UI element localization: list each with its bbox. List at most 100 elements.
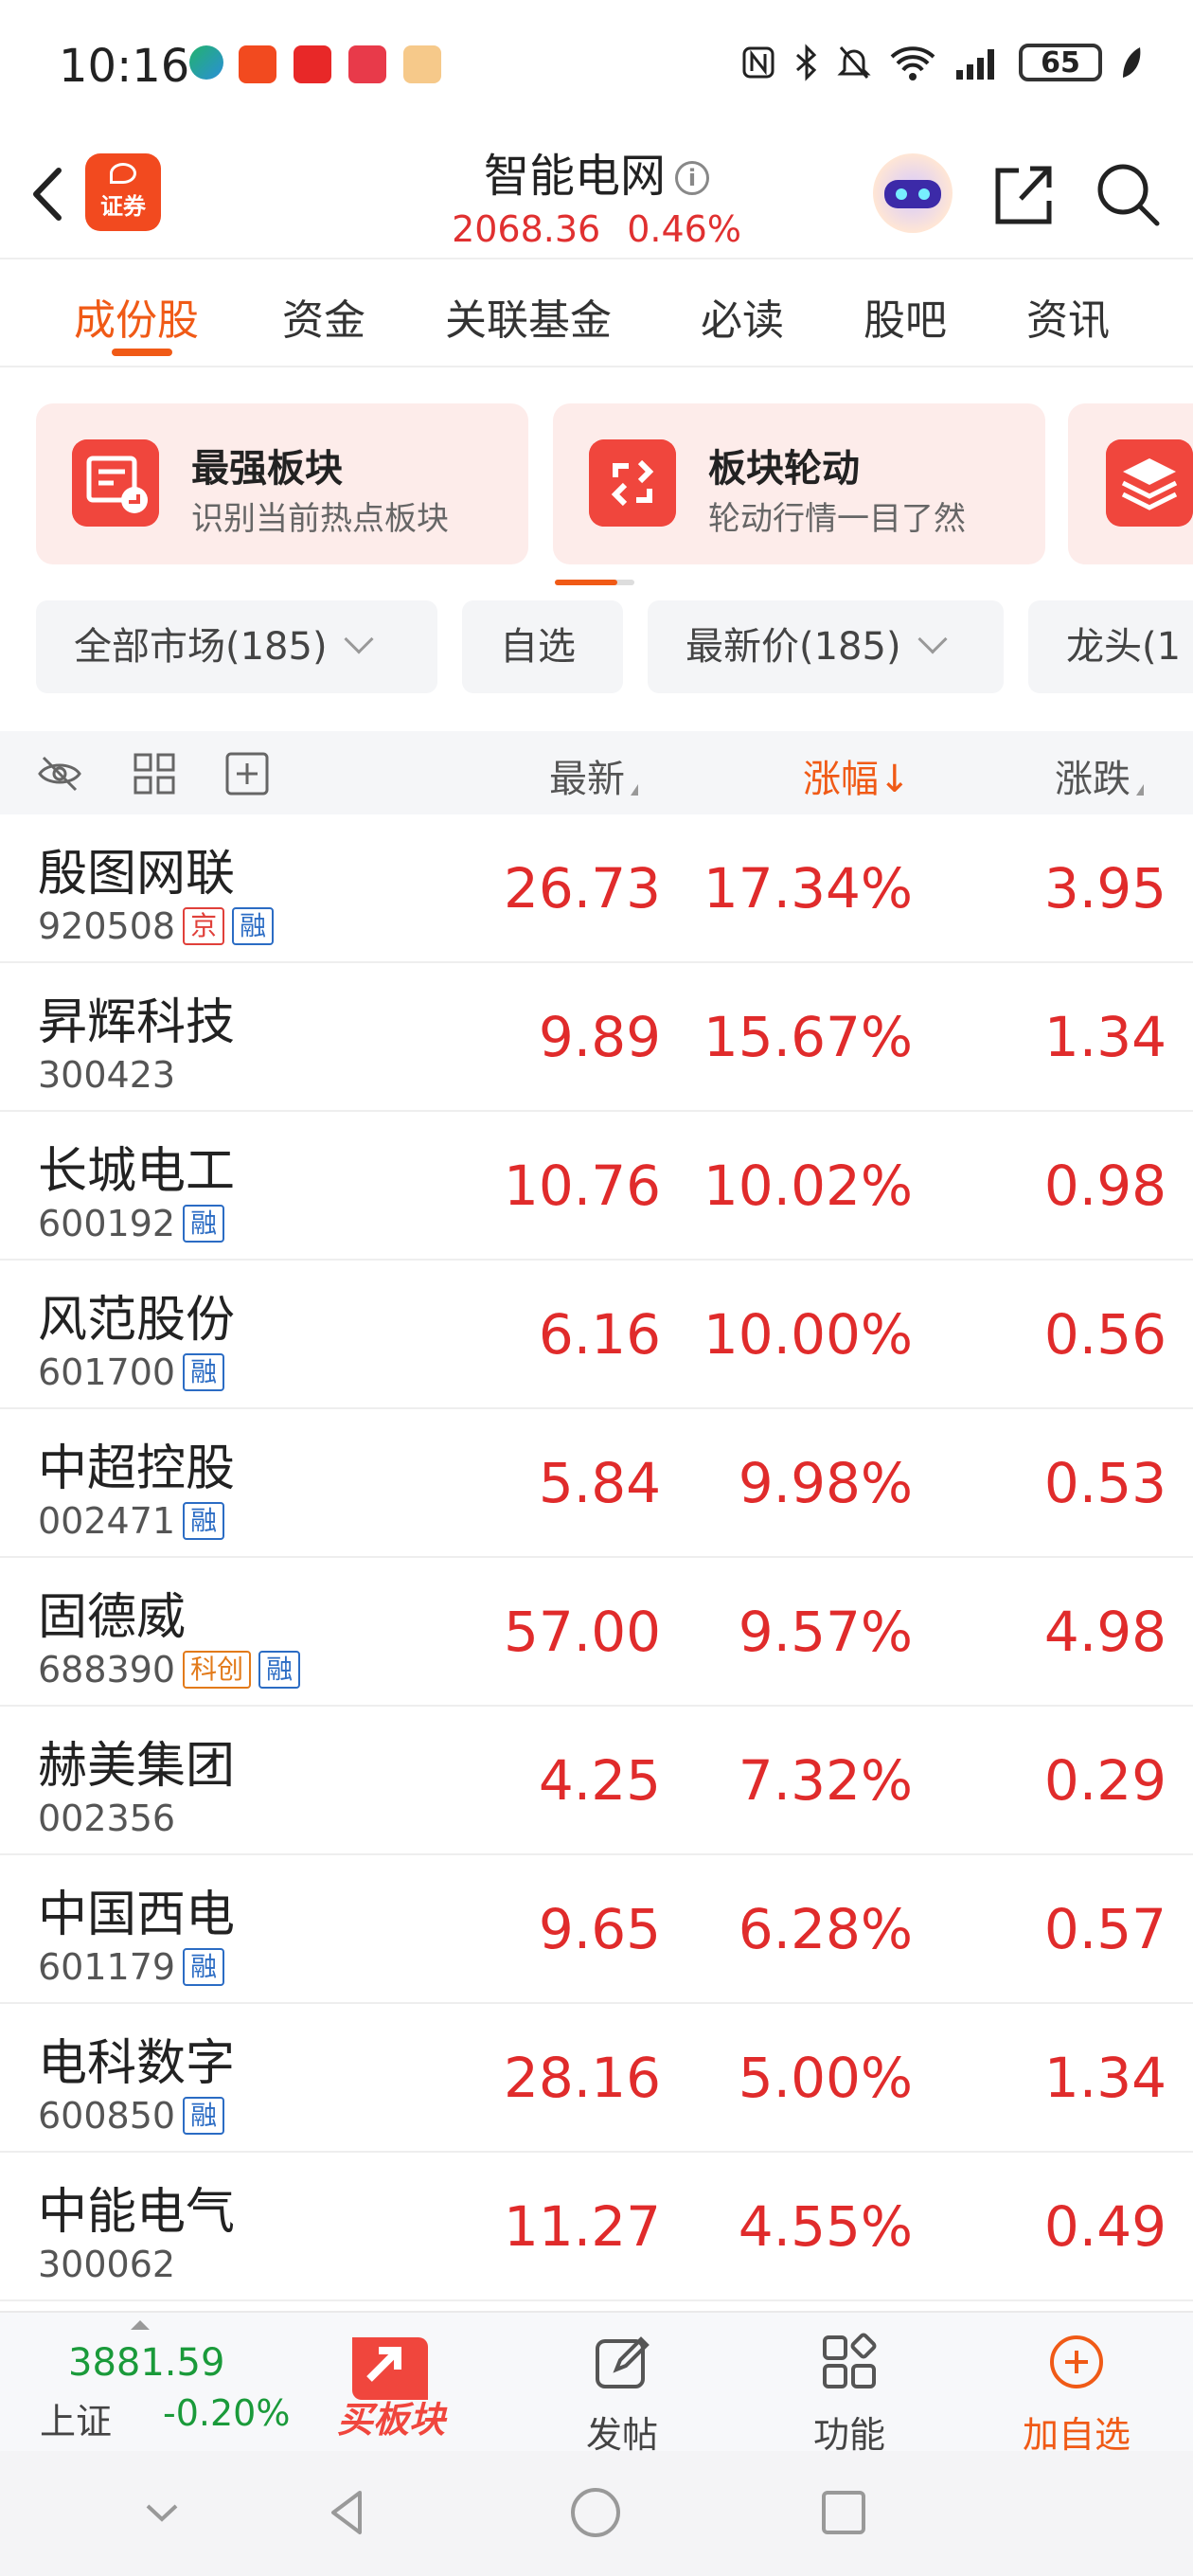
leaf-icon [1123,47,1141,78]
latest-price: 4.25 [538,1748,661,1813]
stock-code-line: 688390 科创融 [38,1649,301,1690]
stock-tag: 融 [183,1502,225,1540]
stock-code: 688390 [38,1649,176,1690]
stock-name: 电科数字 [38,2035,236,2092]
column-label: 涨跌 [1055,758,1131,801]
stock-code-line: 600850 融 [38,2095,225,2137]
table-row[interactable]: 中超控股 002471 融 5.84 9.98% 0.53 [0,1409,1193,1558]
stock-code-line: 002356 [38,1798,175,1839]
add-watchlist-button[interactable]: 加自选 [1015,2332,1138,2458]
price-change: 0.56 [1043,1302,1166,1367]
latest-price: 5.84 [538,1451,661,1515]
tab-funds[interactable]: 资金 [282,286,365,347]
latest-price: 9.89 [538,1005,661,1069]
table-row[interactable]: 殷图网联 920508 京融 26.73 17.34% 3.95 [0,814,1193,963]
bottom-action-bar: 3881.59 上证 -0.20% 买板块 发帖 功能 加自选 [0,2311,1193,2456]
latest-price: 26.73 [503,856,661,921]
price-filter-dropdown[interactable]: 最新价(185) [648,600,1004,693]
leader-filter[interactable]: 龙头(1 [1028,600,1193,693]
stock-code-line: 920508 京融 [38,905,275,947]
share-icon[interactable] [985,157,1060,233]
stock-code-line: 300062 [38,2244,175,2285]
hide-keyboard-icon[interactable] [129,2479,195,2546]
stock-name: 中能电气 [38,2184,236,2241]
tab-related-funds[interactable]: 关联基金 [445,286,612,347]
card-subtitle: 轮动行情一目了然 [708,500,966,538]
nav-back-icon[interactable] [314,2479,381,2546]
chip-label: 龙头(1 [1066,625,1182,669]
pct-change: 15.67% [703,1005,913,1069]
market-index-value[interactable]: 3881.59 [68,2341,224,2385]
index-change: 0.46% [627,208,741,250]
caret-up-icon [131,2320,150,2330]
buy-sector-label[interactable]: 买板块 [337,2390,445,2442]
card-title: 最强板块 [191,447,343,491]
nav-home-icon[interactable] [562,2479,629,2546]
sector-rotation-card[interactable]: 板块轮动 轮动行情一目了然 [553,403,1045,564]
sort-icon [1136,784,1144,796]
stock-name: 中超控股 [38,1440,236,1497]
notification-app-icon [239,45,276,83]
stock-list: 殷图网联 920508 京融 26.73 17.34% 3.95 昇辉科技 300423 9.8… [0,814,1193,2301]
cards-scroll-indicator [555,580,634,585]
table-row[interactable]: 中能电气 300062 11.27 4.55% 0.49 [0,2153,1193,2301]
more-feature-card[interactable] [1068,403,1193,564]
nfc-icon [742,46,775,79]
table-row[interactable]: 昇辉科技 300423 9.89 15.67% 1.34 [0,963,1193,1112]
post-label: 发帖 [585,2414,658,2456]
tab-must-read[interactable]: 必读 [701,286,784,347]
tab-forum[interactable]: 股吧 [864,286,947,347]
price-change: 3.95 [1043,856,1166,921]
stock-name: 长城电工 [38,1143,236,1200]
add-column-icon[interactable] [223,750,271,797]
tab-news[interactable]: 资讯 [1026,286,1110,347]
stock-code-line: 601700 融 [38,1351,225,1393]
eye-hidden-icon[interactable] [36,750,83,797]
stock-code: 300062 [38,2244,176,2285]
post-button[interactable]: 发帖 [561,2332,684,2458]
stock-tag: 融 [258,1651,301,1689]
system-nav-bar [0,2451,1193,2576]
grid-view-icon[interactable] [131,750,178,797]
table-row[interactable]: 固德威 688390 科创融 57.00 9.57% 4.98 [0,1558,1193,1707]
table-row[interactable]: 电科数字 600850 融 28.16 5.00% 1.34 [0,2004,1193,2153]
strongest-sector-card[interactable]: 最强板块 识别当前热点板块 [36,403,528,564]
stock-code: 600850 [38,2095,176,2137]
stock-name: 中国西电 [38,1887,236,1943]
stock-code: 002471 [38,1500,176,1542]
latest-price: 11.27 [503,2194,661,2259]
watchlist-filter[interactable]: 自选 [462,600,623,693]
stock-name: 殷图网联 [38,846,236,903]
stock-tag: 融 [183,1205,225,1243]
column-pct-change[interactable]: 涨幅↓ [803,748,911,803]
market-filter-dropdown[interactable]: 全部市场(185) [36,600,437,693]
ai-assistant-icon[interactable] [873,153,953,233]
column-change[interactable]: 涨跌 [1055,748,1144,803]
nav-recents-icon[interactable] [810,2479,877,2546]
table-row[interactable]: 中国西电 601179 融 9.65 6.28% 0.57 [0,1855,1193,2004]
info-icon[interactable]: i [675,161,709,195]
table-row[interactable]: 长城电工 600192 融 10.76 10.02% 0.98 [0,1112,1193,1261]
function-button[interactable]: 功能 [788,2332,911,2458]
market-index-change[interactable]: -0.20% [163,2392,290,2434]
tab-active-indicator [112,349,172,356]
search-icon[interactable] [1091,157,1166,233]
tab-components[interactable]: 成份股 [74,286,199,347]
column-latest-price[interactable]: 最新 [549,748,638,803]
system-indicators: 65 [740,44,1144,81]
stock-code-line: 002471 融 [38,1500,225,1542]
stock-code-line: 300423 [38,1054,175,1096]
table-row[interactable]: 风范股份 601700 融 6.16 10.00% 0.56 [0,1261,1193,1409]
column-label: 最新 [549,758,625,801]
chip-label: 全部市场(185) [74,625,328,669]
table-row[interactable]: 赫美集团 002356 4.25 7.32% 0.29 [0,1707,1193,1855]
stock-name: 昇辉科技 [38,994,236,1051]
battery-icon: 65 [1019,44,1102,81]
market-index-name[interactable]: 上证 [40,2392,112,2444]
stock-tag: 京 [183,907,225,945]
stock-code: 920508 [38,905,176,947]
status-time: 10:16 [59,40,190,93]
notification-app-icon [403,45,441,83]
filter-bar: 全部市场(185) 自选 最新价(185) 龙头(1 [0,600,1193,695]
pct-change: 9.57% [738,1600,913,1664]
